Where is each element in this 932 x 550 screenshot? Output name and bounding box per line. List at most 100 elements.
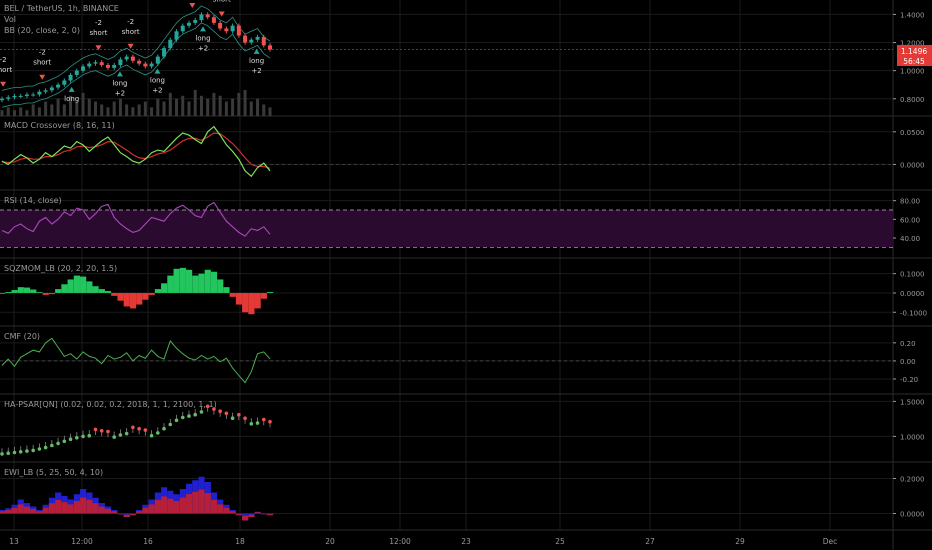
- psar-dot: [268, 419, 272, 424]
- ewi-bar-overlay: [80, 497, 87, 514]
- psar-dot: [99, 429, 104, 433]
- psar-dot: [243, 416, 247, 421]
- signal-label: long: [249, 57, 264, 65]
- signal-label: -2: [39, 49, 46, 57]
- signal-label: +2: [152, 87, 162, 95]
- volume-bar: [100, 104, 104, 116]
- scale-tick-label: 60.00: [900, 216, 920, 224]
- candle-body: [31, 94, 36, 96]
- momentum-bar: [80, 276, 87, 293]
- candle-body: [180, 25, 185, 32]
- time-tick-label: Dec: [823, 537, 838, 546]
- momentum-bar: [92, 286, 99, 293]
- volume-bar: [50, 104, 54, 116]
- momentum-bar: [98, 289, 105, 293]
- signal-label: +2: [251, 67, 261, 75]
- volume-bar: [143, 101, 147, 116]
- psar-dot: [0, 452, 4, 456]
- rsi-title: RSI (14, close): [4, 196, 62, 205]
- ewi-bar-overlay: [161, 496, 168, 514]
- momentum-bar: [254, 292, 261, 309]
- momentum-bar: [23, 287, 31, 293]
- psar-dot: [18, 450, 23, 454]
- psar-dot: [137, 426, 141, 431]
- candle-body: [174, 31, 179, 40]
- volume-bar: [12, 110, 16, 116]
- candle-body: [68, 74, 73, 81]
- volume-bar: [206, 98, 210, 116]
- momentum-bar: [173, 268, 180, 293]
- signal-label: short: [122, 28, 140, 36]
- momentum-bar: [36, 292, 43, 293]
- macd-title: MACD Crossover (8, 16, 11): [4, 121, 115, 130]
- volume-bar: [25, 110, 29, 116]
- volume-bar: [237, 92, 241, 116]
- scale-tick-label: 1.0000: [900, 433, 925, 441]
- psar-dot: [81, 434, 85, 439]
- psar-dot: [131, 425, 135, 430]
- psar-dot: [68, 437, 73, 442]
- scale-tick-label: 1.5000: [900, 398, 925, 406]
- ewi-bar-overlay: [229, 511, 236, 514]
- momentum-bar: [17, 287, 24, 293]
- volume-bar: [175, 98, 179, 116]
- volume-bar: [231, 98, 235, 116]
- psar-title: HA-PSAR[QN] (0.02, 0.02, 0.2, 2018, 1, 1…: [4, 400, 217, 409]
- momentum-bar: [30, 289, 37, 293]
- momentum-bar: [267, 292, 274, 293]
- psar-dot: [249, 422, 254, 426]
- ewi-bar-overlay: [267, 514, 274, 516]
- momentum-bar: [229, 292, 236, 297]
- scale-tick-label: 0.20: [900, 340, 916, 348]
- candle-body: [124, 56, 129, 60]
- candle-body: [43, 90, 48, 92]
- ewi-bar-overlay: [117, 513, 124, 515]
- volume-bar: [268, 107, 272, 116]
- ewi-bar-overlay: [154, 499, 162, 514]
- momentum-bar: [111, 292, 118, 296]
- volume-bar: [93, 101, 97, 116]
- candle-body: [49, 87, 54, 91]
- momentum-bar: [5, 292, 12, 293]
- momentum-bar: [248, 292, 255, 315]
- volume-bar: [44, 101, 48, 116]
- ewi-bar-overlay: [92, 503, 99, 514]
- volume-bar: [106, 107, 110, 116]
- sqzmom-title: SQZMOM_LB (20, 2, 20, 1.5): [4, 264, 117, 273]
- psar-dot: [218, 409, 222, 414]
- ewi-bar-overlay: [260, 513, 267, 515]
- momentum-bar: [235, 292, 243, 305]
- signal-label: -2: [0, 56, 7, 64]
- psar-dot: [12, 450, 17, 455]
- momentum-bar: [136, 292, 143, 305]
- momentum-bar: [11, 290, 18, 293]
- signal-label: long: [195, 34, 210, 42]
- ewi-bar-overlay: [48, 503, 56, 514]
- scale-tick-label: -0.1000: [900, 309, 927, 317]
- momentum-bar: [104, 291, 112, 293]
- ewi-bar-overlay: [217, 504, 224, 514]
- psar-dot: [174, 418, 179, 423]
- scale-tick-label: 0.1000: [900, 271, 925, 279]
- momentum-bar: [55, 289, 62, 293]
- volume-bar: [249, 101, 253, 116]
- momentum-bar: [154, 289, 162, 293]
- scale-tick-label: 40.00: [900, 235, 920, 243]
- momentum-bar: [204, 269, 211, 293]
- ewi-bar-overlay: [185, 494, 193, 514]
- psar-dot: [50, 443, 54, 448]
- candle-body: [93, 62, 98, 64]
- signal-label: +2: [198, 44, 208, 52]
- candle-body: [249, 39, 254, 43]
- candle-body: [218, 22, 223, 29]
- chart-title: BEL / TetherUS, 1h, BINANCE: [4, 4, 119, 13]
- momentum-bar: [179, 267, 186, 293]
- ewi-bar-overlay: [142, 507, 149, 514]
- psar-dot: [168, 422, 173, 427]
- candle-body: [105, 65, 110, 68]
- candle-body: [236, 25, 241, 36]
- candle-body: [118, 59, 123, 66]
- candle-body: [37, 91, 42, 95]
- signal-label: +2: [115, 89, 125, 97]
- ewi-bar-overlay: [5, 510, 12, 514]
